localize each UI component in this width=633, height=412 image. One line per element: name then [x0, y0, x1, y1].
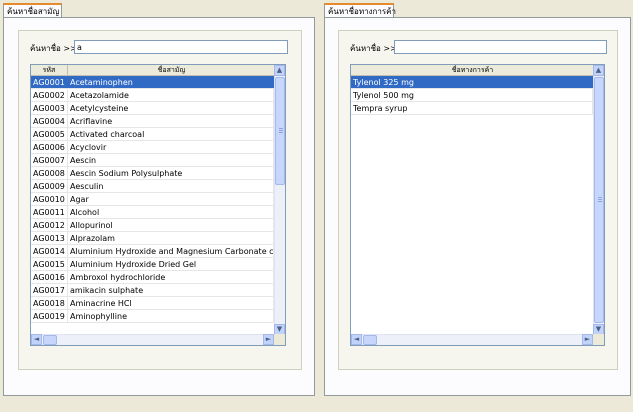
cell-generic-name: amikacin sulphate	[68, 284, 274, 296]
cell-generic-name: Aluminium Hydroxide and Magnesium Carbon…	[70, 245, 274, 257]
trade-search-input[interactable]	[394, 40, 607, 54]
cell-generic-name: Acyclovir	[68, 141, 274, 153]
cell-generic-name: Acriflavine	[68, 115, 274, 127]
table-row[interactable]: AG0016 Ambroxol hydrochloride	[31, 271, 274, 284]
horizontal-scroll-thumb[interactable]	[363, 335, 377, 345]
cell-code: AG0014	[31, 245, 68, 257]
cell-generic-name: Alprazolam	[68, 232, 274, 244]
scroll-left-icon[interactable]: ◄	[31, 334, 42, 345]
trade-table-header: ชื่อทางการค้า	[351, 65, 595, 76]
cell-code: AG0009	[31, 180, 68, 192]
cell-generic-name: Acetaminophen	[68, 76, 274, 88]
cell-code: AG0002	[31, 89, 68, 101]
table-row[interactable]: AG0007 Aescin	[31, 154, 274, 167]
cell-trade-name: Tempra syrup	[351, 102, 593, 114]
cell-generic-name: Allopurinol	[68, 219, 274, 231]
cell-generic-name: Alcohol	[68, 206, 274, 218]
trade-vertical-scrollbar[interactable]: ▲ ▼	[593, 65, 604, 335]
table-row[interactable]: AG0010 Agar	[31, 193, 274, 206]
cell-generic-name: Activated charcoal	[68, 128, 274, 140]
tab-trade-name[interactable]: ค้นหาชื่อทางการค้า	[324, 3, 396, 17]
generic-search-label: ค้นหาชื่อ >>	[30, 44, 77, 53]
table-row[interactable]: AG0015 Aluminium Hydroxide Dried Gel	[31, 258, 274, 271]
table-row[interactable]: AG0019 Aminophylline	[31, 310, 274, 323]
cell-generic-name: Ambroxol hydrochloride	[68, 271, 274, 283]
table-row[interactable]: AG0018 Aminacrine HCl	[31, 297, 274, 310]
cell-generic-name: Acetazolamide	[68, 89, 274, 101]
scroll-corner	[274, 334, 285, 345]
trade-search-label: ค้นหาชื่อ >>	[350, 44, 397, 53]
table-row[interactable]: Tylenol 325 mg	[351, 76, 593, 89]
table-row[interactable]: AG0011 Alcohol	[31, 206, 274, 219]
cell-generic-name: Agar	[68, 193, 274, 205]
trade-horizontal-scrollbar[interactable]: ◄ ►	[351, 334, 593, 345]
cell-code: AG0007	[31, 154, 68, 166]
cell-code: AG0019	[31, 310, 68, 322]
cell-generic-name: Aescin Sodium Polysulphate	[68, 167, 274, 179]
cell-code: AG0018	[31, 297, 68, 309]
generic-table-header: รหัส ชื่อสามัญ	[31, 65, 276, 76]
trade-name-table: ชื่อทางการค้า Tylenol 325 mg Tylenol 500 …	[350, 64, 605, 346]
tab-generic-name[interactable]: ค้นหาชื่อสามัญ	[3, 3, 62, 17]
table-row[interactable]: AG0006 Acyclovir	[31, 141, 274, 154]
horizontal-scroll-thumb[interactable]	[43, 335, 57, 345]
cell-code: AG0008	[31, 167, 68, 179]
generic-horizontal-scrollbar[interactable]: ◄ ►	[31, 334, 274, 345]
scroll-thumb[interactable]	[594, 77, 604, 323]
cell-code: AG0010	[31, 193, 68, 205]
cell-generic-name: Acetylcysteine	[68, 102, 274, 114]
scroll-corner	[593, 334, 604, 345]
table-row[interactable]: AG0017 amikacin sulphate	[31, 284, 274, 297]
column-header-code[interactable]: รหัส	[31, 65, 68, 75]
generic-search-input[interactable]	[74, 40, 288, 54]
table-row[interactable]: AG0001 Acetaminophen	[31, 76, 274, 89]
table-row[interactable]: AG0008 Aescin Sodium Polysulphate	[31, 167, 274, 180]
table-row[interactable]: AG0002 Acetazolamide	[31, 89, 274, 102]
cell-code: AG0012	[31, 219, 68, 231]
table-row[interactable]: AG0013 Alprazolam	[31, 232, 274, 245]
table-row[interactable]: Tempra syrup	[351, 102, 593, 115]
scroll-thumb[interactable]	[275, 77, 285, 185]
cell-trade-name: Tylenol 325 mg	[351, 76, 593, 88]
trade-name-panel: ค้นหาชื่อทางการค้า ค้นหาชื่อ >> ชื่อทางก…	[320, 0, 633, 412]
table-row[interactable]: Tylenol 500 mg	[351, 89, 593, 102]
tab-trade-name-label: ค้นหาชื่อทางการค้า	[328, 7, 396, 16]
cell-code: AG0015	[31, 258, 68, 270]
cell-code: AG0003	[31, 102, 68, 114]
cell-code: AG0001	[31, 76, 68, 88]
column-header-trade-name[interactable]: ชื่อทางการค้า	[351, 65, 595, 75]
cell-code: AG0011	[31, 206, 68, 218]
cell-code: AG0013	[31, 232, 68, 244]
cell-generic-name: Aminophylline	[68, 310, 274, 322]
scroll-right-icon[interactable]: ►	[582, 334, 593, 345]
trade-table-rows: Tylenol 325 mg Tylenol 500 mg Tempra syrup	[351, 76, 593, 115]
tab-generic-name-label: ค้นหาชื่อสามัญ	[7, 7, 60, 16]
cell-generic-name: Aminacrine HCl	[68, 297, 274, 309]
generic-name-panel: ค้นหาชื่อสามัญ ค้นหาชื่อ >> รหัส ชื่อสาม…	[0, 0, 317, 412]
cell-code: AG0017	[31, 284, 68, 296]
table-row[interactable]: AG0005 Activated charcoal	[31, 128, 274, 141]
cell-generic-name: Aescin	[68, 154, 274, 166]
scroll-up-icon[interactable]: ▲	[593, 65, 604, 76]
table-row[interactable]: AG0004 Acriflavine	[31, 115, 274, 128]
column-header-generic-name[interactable]: ชื่อสามัญ	[68, 65, 276, 75]
cell-code: AG0004	[31, 115, 68, 127]
cell-generic-name: Aesculin	[68, 180, 274, 192]
cell-code: AG0006	[31, 141, 68, 153]
table-row[interactable]: AG0009 Aesculin	[31, 180, 274, 193]
cell-code: AG0005	[31, 128, 68, 140]
cell-code: AG0016	[31, 271, 68, 283]
cell-trade-name: Tylenol 500 mg	[351, 89, 593, 101]
generic-vertical-scrollbar[interactable]: ▲ ▼	[274, 65, 285, 335]
scroll-left-icon[interactable]: ◄	[351, 334, 362, 345]
scroll-right-icon[interactable]: ►	[263, 334, 274, 345]
generic-table-rows: AG0001 Acetaminophen AG0002 Acetazolamide AG…	[31, 76, 274, 323]
scroll-up-icon[interactable]: ▲	[274, 65, 285, 76]
cell-generic-name: Aluminium Hydroxide Dried Gel	[68, 258, 274, 270]
table-row[interactable]: AG0012 Allopurinol	[31, 219, 274, 232]
table-row[interactable]: AG0014 Aluminium Hydroxide and Magnesium …	[31, 245, 274, 258]
table-row[interactable]: AG0003 Acetylcysteine	[31, 102, 274, 115]
generic-name-table: รหัส ชื่อสามัญ AG0001 Acetaminophen AG0002…	[30, 64, 286, 346]
